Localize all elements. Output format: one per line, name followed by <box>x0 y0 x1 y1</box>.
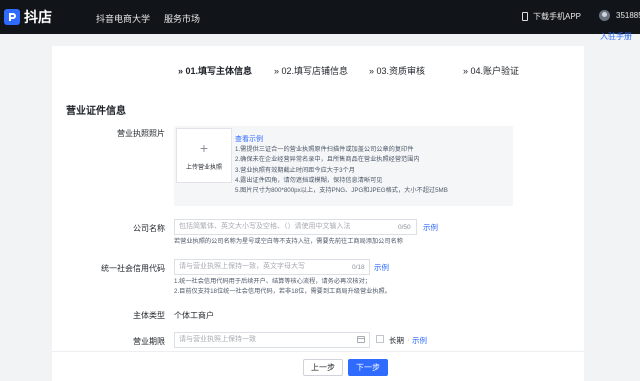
entity-type-label: 主体类型 <box>133 311 165 320</box>
tip-line: 4.露出证件四角，请勿遮挡或模糊，保持信息清晰可见 <box>235 176 383 184</box>
step-2: » 02.填写店铺信息 <box>274 66 349 76</box>
tip-line: 5.图片尺寸为800*800px以上，支持PNG、JPG和JPEG格式，大小不超… <box>235 187 448 195</box>
tip-line: 1.需提供三证合一的营业执照原件扫描件或加盖公司公章的复印件 <box>235 146 414 153</box>
step-4: » 04.账户验证 <box>463 66 520 76</box>
credit-code-label: 统一社会信用代码 <box>101 264 165 273</box>
hint-line: 1.统一社会信用代码用于后续开户、结算等核心流程，请务必再次核对； <box>174 278 371 285</box>
step-3: » 03.资质审核 <box>369 66 426 76</box>
license-tips: 1.需提供三证合一的营业执照原件扫描件或加盖公司公章的复印件 2.确保未在企业经… <box>235 145 448 196</box>
user-id: 351885 <box>616 11 640 20</box>
credit-code-counter: 0/18 <box>352 264 365 271</box>
long-term-label: 长期 <box>389 336 404 345</box>
next-step-button[interactable]: 下一步 <box>348 359 388 376</box>
credit-code-input[interactable]: 请与营业执照上保持一致，英文字母大写 <box>174 259 370 275</box>
tip-line: 3.营业执照有效期截止时间距今应大于3个月 <box>235 166 355 174</box>
entry-manual-link[interactable]: 入驻手册 <box>600 31 632 42</box>
logo[interactable]: 抖店 <box>4 7 52 27</box>
company-name-label: 公司名称 <box>133 224 165 233</box>
entity-type-value: 个体工商户 <box>174 311 214 320</box>
avatar-icon <box>599 10 610 21</box>
section-title: 营业证件信息 <box>66 106 126 117</box>
plus-icon: + <box>199 140 209 156</box>
company-example-link[interactable]: 示例 <box>423 222 438 233</box>
download-app-link[interactable]: 下载手机APP <box>522 11 581 22</box>
business-term-label: 营业期限 <box>133 337 165 346</box>
business-term-example-link[interactable]: 示例 <box>412 335 427 346</box>
download-app-label: 下载手机APP <box>533 12 582 21</box>
view-example-link[interactable]: 查看示例 <box>235 134 263 144</box>
company-name-input[interactable]: 包括简繁体、英文大小写及空格、（）请使用中文输入法 <box>174 219 417 235</box>
company-name-counter: 0/50 <box>398 224 411 231</box>
logo-text: 抖店 <box>24 9 52 25</box>
tip-line: 2.确保未在企业经营异常名录中，且所售商品在营业执照经营范围内 <box>235 156 420 164</box>
top-navigation-bar: 抖店 抖音电商大学 服务市场 下载手机APP 351885 <box>0 0 640 34</box>
license-upload-button[interactable]: + 上传营业执照 <box>176 128 232 183</box>
long-term-checkbox[interactable] <box>376 335 384 343</box>
previous-step-button[interactable]: 上一步 <box>303 359 343 376</box>
license-label: 营业执照照片 <box>117 129 165 138</box>
doudian-logo-icon <box>4 9 20 25</box>
nav-item-ecommerce-university[interactable]: 抖音电商大学 <box>96 12 150 25</box>
business-term-input[interactable]: 请与营业执照上保持一致 <box>174 332 370 348</box>
step-1: » 01.填写主体信息 <box>178 66 253 76</box>
credit-code-example-link[interactable]: 示例 <box>374 262 389 273</box>
calendar-icon[interactable] <box>357 336 365 343</box>
nav-item-service-market[interactable]: 服务市场 <box>164 12 200 25</box>
user-menu[interactable]: 351885 <box>599 10 640 21</box>
credit-code-hints: 1.统一社会信用代码用于后续开户、结算等核心流程，请务必再次核对； 2.目前仅支… <box>174 277 391 296</box>
long-term-separator: · <box>407 335 410 344</box>
upload-label: 上传营业执照 <box>185 165 222 171</box>
company-hint: 若营业执照的公司名称为星号或空白等不支持入驻，需要先前往工商局添加公司名称 <box>174 238 403 245</box>
hint-line: 2.目前仅支持18位统一社会信用代码，若非18位，需要到工商局升级营业执照。 <box>174 287 391 295</box>
phone-icon <box>522 12 528 21</box>
